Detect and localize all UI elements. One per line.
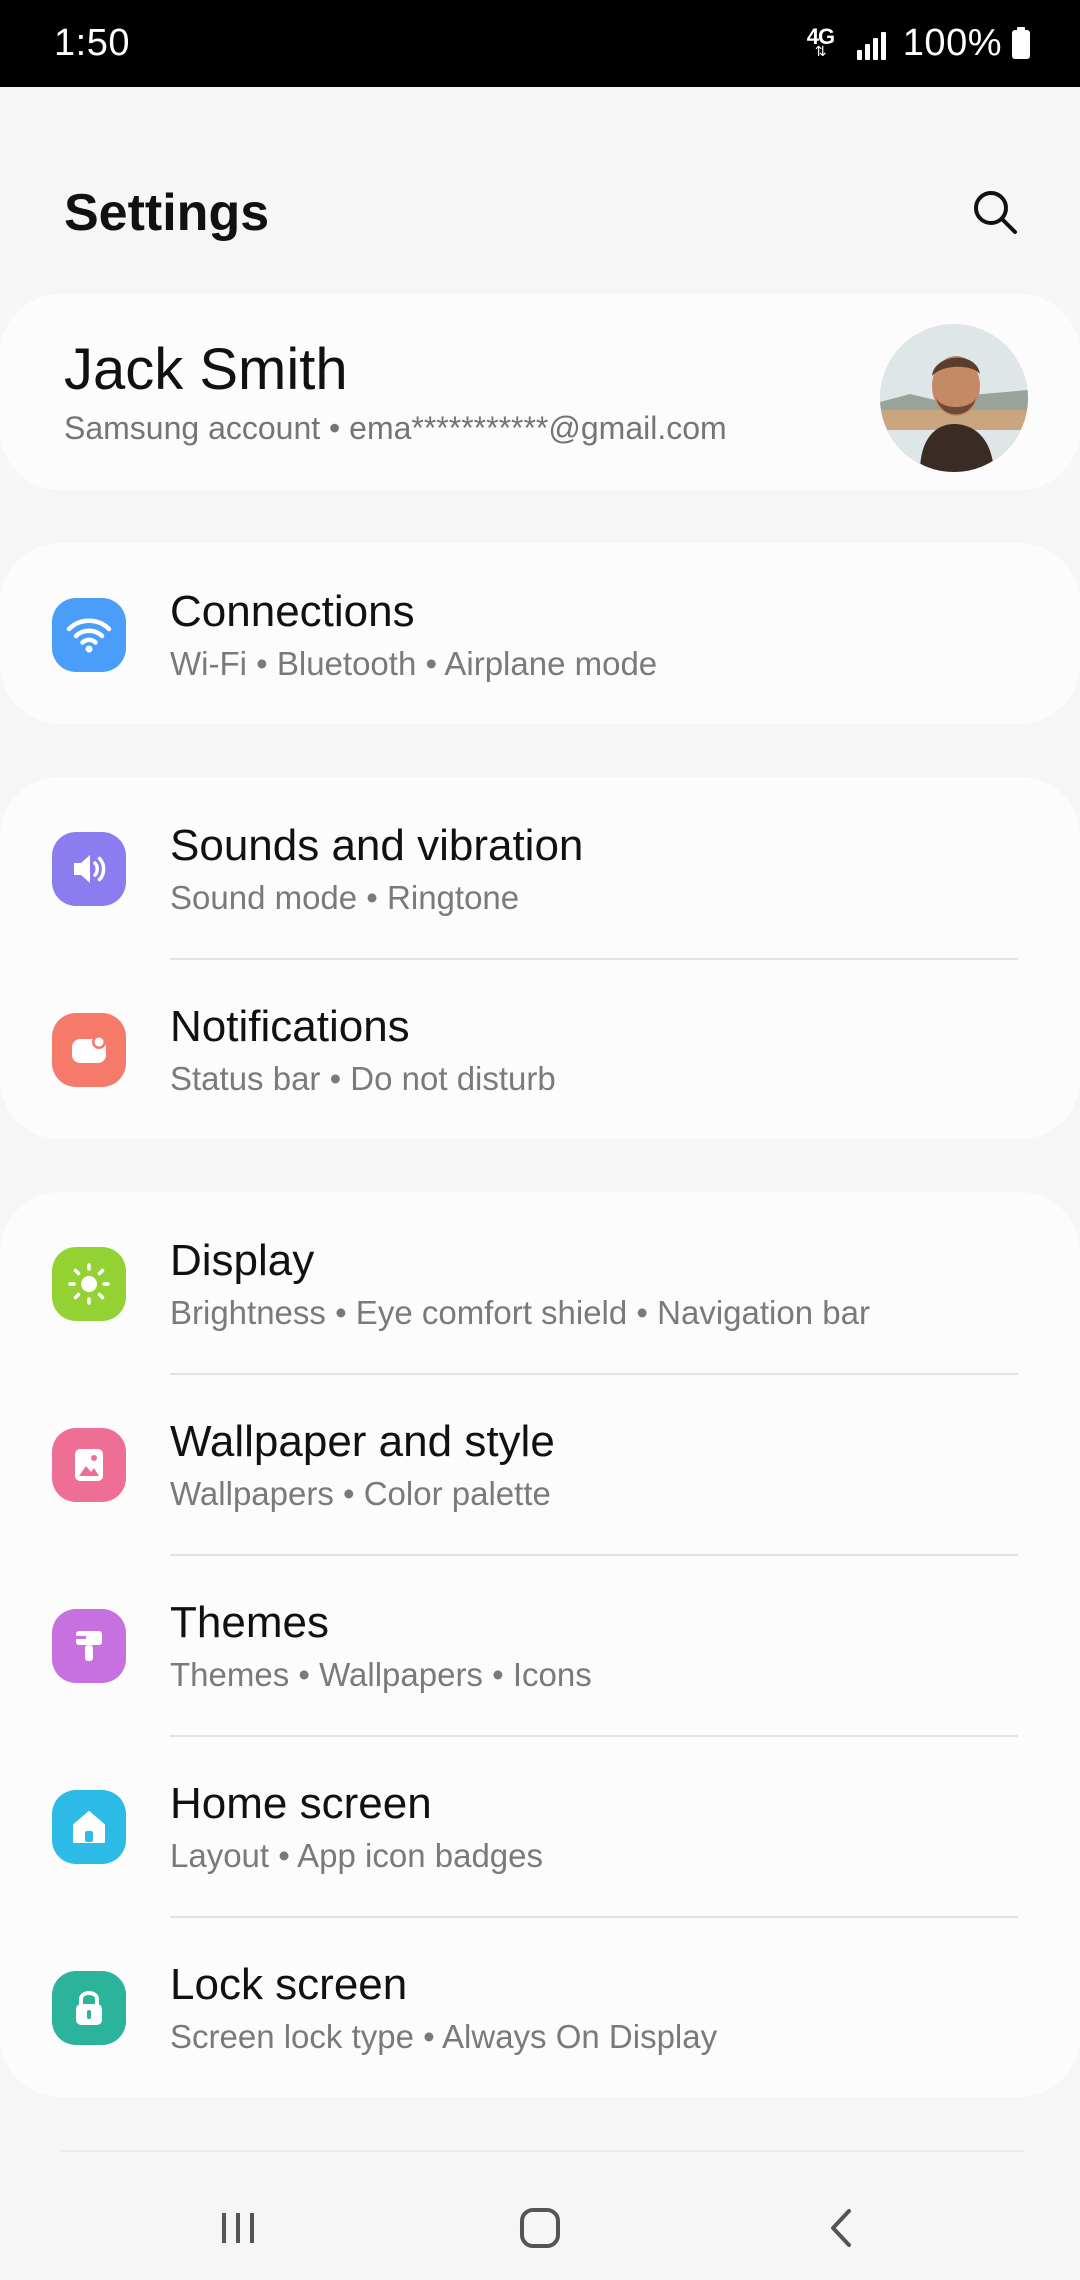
settings-group-display: Display Brightness • Eye comfort shield … [0, 1192, 1080, 2097]
settings-item-title: Themes [170, 1598, 329, 1647]
settings-item-lock-screen[interactable]: Lock screen Screen lock type • Always On… [0, 1916, 1080, 2097]
data-activity-icon: ⇅ [814, 43, 827, 59]
back-button[interactable] [782, 2178, 902, 2278]
settings-item-subtitle: Wi-Fi • Bluetooth • Airplane mode [170, 645, 658, 682]
settings-item-wallpaper-and-style[interactable]: Wallpaper and style Wallpapers • Color p… [0, 1373, 1080, 1554]
status-bar: 1:50 4G ⇅ 100% [0, 0, 1080, 87]
avatar-photo [880, 324, 1028, 472]
search-button[interactable] [960, 177, 1030, 247]
settings-item-subtitle: Screen lock type • Always On Display [170, 2018, 718, 2055]
settings-item-title: Wallpaper and style [170, 1417, 555, 1466]
notification-icon [52, 1013, 126, 1087]
settings-group-connections: Connections Wi-Fi • Bluetooth • Airplane… [0, 543, 1080, 724]
brush-icon [52, 1609, 126, 1683]
account-card[interactable]: Jack Smith Samsung account • ema********… [0, 294, 1080, 490]
page-header: Settings [0, 87, 1080, 287]
home-nav-button[interactable] [480, 2178, 600, 2278]
settings-item-subtitle: Layout • App icon badges [170, 1837, 544, 1874]
home-nav-icon [520, 2208, 560, 2248]
settings-item-home-screen[interactable]: Home screen Layout • App icon badges [0, 1735, 1080, 1916]
settings-item-connections[interactable]: Connections Wi-Fi • Bluetooth • Airplane… [0, 543, 1080, 724]
status-time: 1:50 [54, 22, 130, 64]
settings-item-display[interactable]: Display Brightness • Eye comfort shield … [0, 1192, 1080, 1373]
settings-item-title: Display [170, 1236, 315, 1285]
recent-apps-icon [222, 2213, 254, 2243]
settings-item-title: Sounds and vibration [170, 821, 584, 870]
page-title: Settings [64, 184, 270, 242]
settings-item-notifications[interactable]: Notifications Status bar • Do not distur… [0, 958, 1080, 1139]
navigation-bar [0, 2140, 1080, 2280]
status-indicators: 4G ⇅ 100% [807, 18, 1030, 68]
settings-item-title: Home screen [170, 1779, 432, 1828]
settings-item-subtitle: Status bar • Do not disturb [170, 1060, 556, 1097]
volume-icon [52, 832, 126, 906]
settings-item-themes[interactable]: Themes Themes • Wallpapers • Icons [0, 1554, 1080, 1735]
network-type-icon: 4G ⇅ [807, 22, 849, 64]
search-icon [974, 191, 1017, 234]
battery-icon [1012, 27, 1030, 59]
settings-group-sounds: Sounds and vibration Sound mode • Ringto… [0, 777, 1080, 1139]
avatar[interactable] [880, 324, 1028, 472]
settings-item-subtitle: Wallpapers • Color palette [170, 1475, 551, 1512]
settings-item-subtitle: Themes • Wallpapers • Icons [170, 1656, 592, 1693]
home-icon [52, 1790, 126, 1864]
account-subtitle: Samsung account • ema***********@gmail.c… [64, 410, 727, 446]
settings-item-title: Lock screen [170, 1960, 408, 2009]
wallpaper-icon [52, 1428, 126, 1502]
settings-item-subtitle: Brightness • Eye comfort shield • Naviga… [170, 1294, 870, 1331]
account-name: Jack Smith [64, 337, 348, 402]
settings-item-subtitle: Sound mode • Ringtone [170, 879, 520, 916]
settings-item-sounds-and-vibration[interactable]: Sounds and vibration Sound mode • Ringto… [0, 777, 1080, 958]
battery-percentage: 100% [902, 21, 1002, 64]
settings-item-title: Notifications [170, 1002, 410, 1051]
wifi-icon [52, 598, 126, 672]
settings-item-title: Connections [170, 587, 415, 636]
recent-apps-button[interactable] [178, 2178, 298, 2278]
brightness-icon [52, 1247, 126, 1321]
back-icon [831, 2209, 851, 2247]
signal-strength-icon [856, 26, 891, 60]
lock-icon [52, 1971, 126, 2045]
divider [60, 2150, 1024, 2152]
